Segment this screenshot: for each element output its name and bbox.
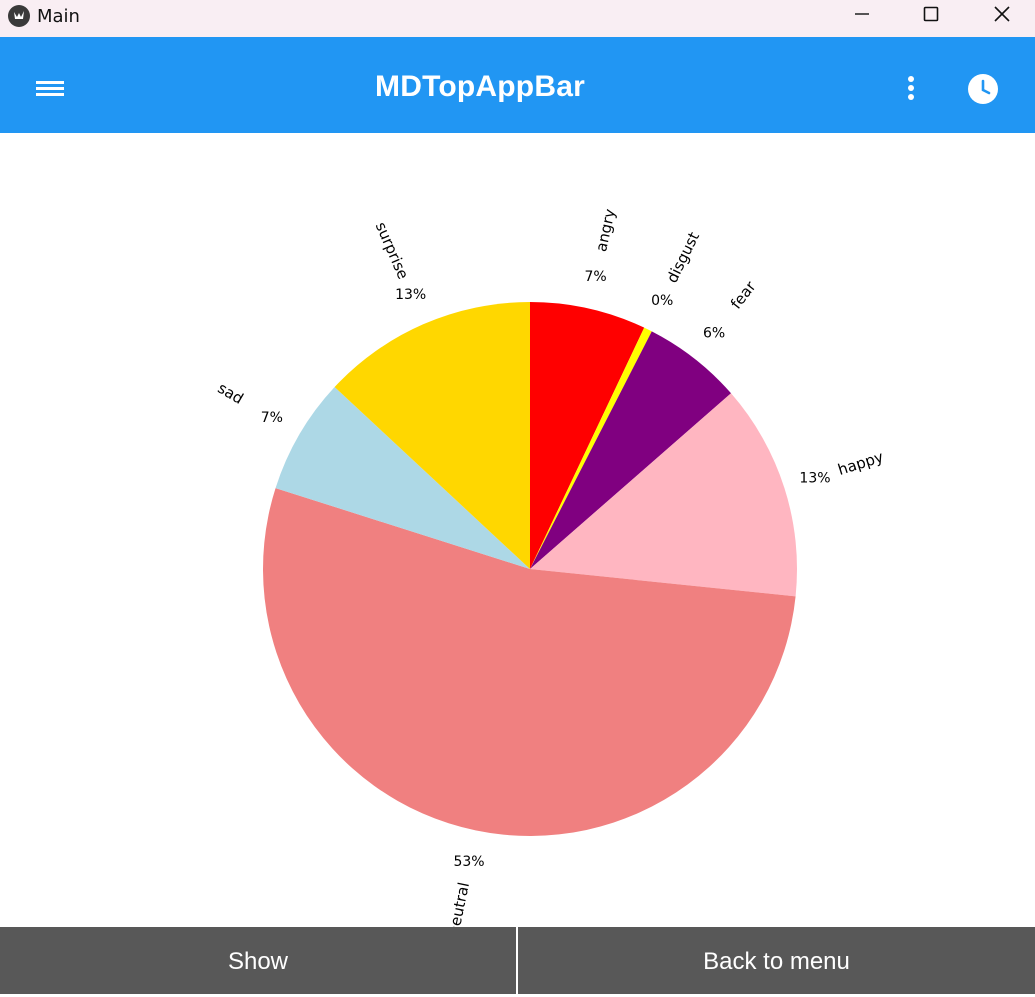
- close-icon: [994, 6, 1010, 22]
- pie-pct-label-neutral: 53%: [453, 854, 484, 870]
- minimize-icon: [855, 13, 869, 15]
- pie-pct-label-disgust: 0%: [651, 293, 673, 309]
- pie-category-label-fear: fear: [727, 277, 760, 312]
- pie-pct-label-happy: 13%: [799, 470, 830, 486]
- window-titlebar: Main: [0, 0, 1035, 37]
- more-vert-icon: [908, 76, 914, 100]
- top-app-bar: MDTopAppBar: [0, 37, 1035, 133]
- pie-category-label-happy: happy: [836, 448, 886, 479]
- maximize-button[interactable]: [896, 0, 966, 30]
- emotion-pie-chart: 7% angry 0% disgust 6%fear 13% happy 53% neutral…: [215, 207, 886, 927]
- close-window-button[interactable]: [967, 0, 1035, 30]
- back-to-menu-button[interactable]: Back to menu: [518, 927, 1035, 994]
- pie-category-label-angry: angry: [592, 207, 619, 253]
- window-title: Main: [37, 6, 80, 27]
- more-options-button[interactable]: [896, 73, 926, 103]
- show-button[interactable]: Show: [0, 927, 516, 994]
- pie-pct-label-surprise: 13%: [395, 287, 426, 303]
- pie-pct-label-sad: 7%: [261, 410, 283, 426]
- pie-pct-label-angry: 7%: [584, 269, 606, 285]
- pie-category-label-sad: sad: [215, 379, 247, 408]
- clock-icon: [968, 74, 998, 104]
- app-bar-title: MDTopAppBar: [375, 70, 585, 103]
- app-logo-icon: [8, 5, 30, 27]
- pie-category-label-disgust: disgust: [663, 229, 703, 286]
- pie-pct-label-fear: 6%: [703, 325, 725, 341]
- minimize-button[interactable]: [827, 0, 897, 30]
- pie-category-label-surprise: surprise: [372, 219, 413, 282]
- pie-category-label-neutral: neutral: [444, 881, 473, 927]
- maximize-icon: [923, 6, 939, 22]
- clock-button[interactable]: [966, 72, 1000, 106]
